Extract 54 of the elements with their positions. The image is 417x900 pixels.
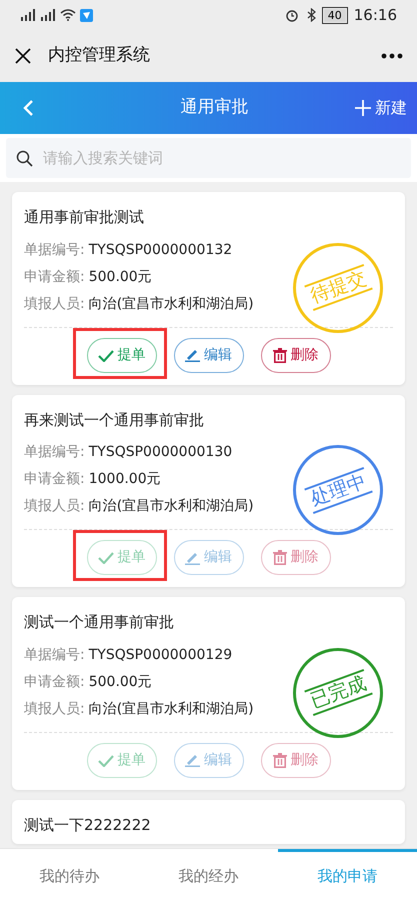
record-title: 再来测试一个通用事前审批: [24, 410, 205, 430]
field-value: 500.00元: [88, 674, 152, 690]
field-label: 单据编号:: [24, 646, 85, 662]
trash-icon: [272, 348, 286, 362]
field-label: 申请金额:: [24, 471, 85, 487]
trash-icon: [272, 752, 286, 768]
search-field[interactable]: 请输入搜索关键词: [6, 138, 411, 178]
battery-indicator: 40: [324, 8, 346, 22]
record-title: 测试一下2222222: [24, 814, 152, 836]
status-stamp: 待提交: [293, 242, 383, 332]
field-label: 单据编号:: [24, 444, 85, 460]
signal-icon: [40, 9, 56, 21]
search-icon: [16, 150, 33, 166]
field-value: 1000.00元: [88, 471, 161, 487]
field-label: 单据编号:: [24, 242, 85, 258]
delete-button[interactable]: 删除: [260, 338, 330, 372]
field-value: TYSQSP0000000129: [88, 646, 232, 662]
pencil-icon: [185, 550, 200, 564]
back-button[interactable]: [22, 99, 34, 117]
close-button[interactable]: [14, 47, 32, 65]
signal-icon: [20, 9, 36, 21]
field-label: 填报人员:: [24, 498, 85, 514]
field-label: 申请金额:: [24, 268, 85, 284]
new-button[interactable]: 新建: [355, 96, 407, 120]
submit-button[interactable]: 提单: [86, 338, 156, 372]
field-label: 填报人员:: [24, 700, 85, 716]
clock: 16:16: [354, 4, 397, 26]
status-stamp: 已完成: [293, 648, 383, 738]
status-stamp: 处理中: [293, 445, 383, 535]
record-title: 通用事前审批测试: [24, 207, 145, 228]
plus-icon: [355, 100, 371, 116]
field-value: TYSQSP0000000132: [88, 242, 232, 258]
wifi-icon: [60, 9, 76, 21]
field-label: 填报人员:: [24, 296, 85, 312]
field-value: 向治(宜昌市水利和湖泊局): [88, 498, 254, 514]
field-value: 500.00元: [88, 268, 152, 284]
app-title: 内控管理系统: [48, 44, 151, 68]
more-button[interactable]: [381, 53, 403, 59]
field-value: 向治(宜昌市水利和湖泊局): [88, 700, 254, 716]
check-icon: [98, 754, 114, 766]
pencil-icon: [185, 348, 200, 362]
edit-button[interactable]: 编辑: [174, 338, 244, 372]
check-icon: [98, 348, 114, 362]
app-icon: [80, 8, 93, 22]
field-value: TYSQSP0000000130: [88, 444, 232, 460]
record-title: 测试一个通用事前审批: [24, 612, 175, 633]
page-title: 通用审批: [180, 96, 250, 120]
bluetooth-icon: [306, 8, 316, 22]
trash-icon: [272, 550, 286, 565]
pencil-icon: [185, 753, 200, 767]
field-label: 申请金额:: [24, 674, 85, 690]
alarm-icon: [284, 8, 299, 22]
check-icon: [98, 551, 114, 564]
field-value: 向治(宜昌市水利和湖泊局): [88, 296, 254, 312]
